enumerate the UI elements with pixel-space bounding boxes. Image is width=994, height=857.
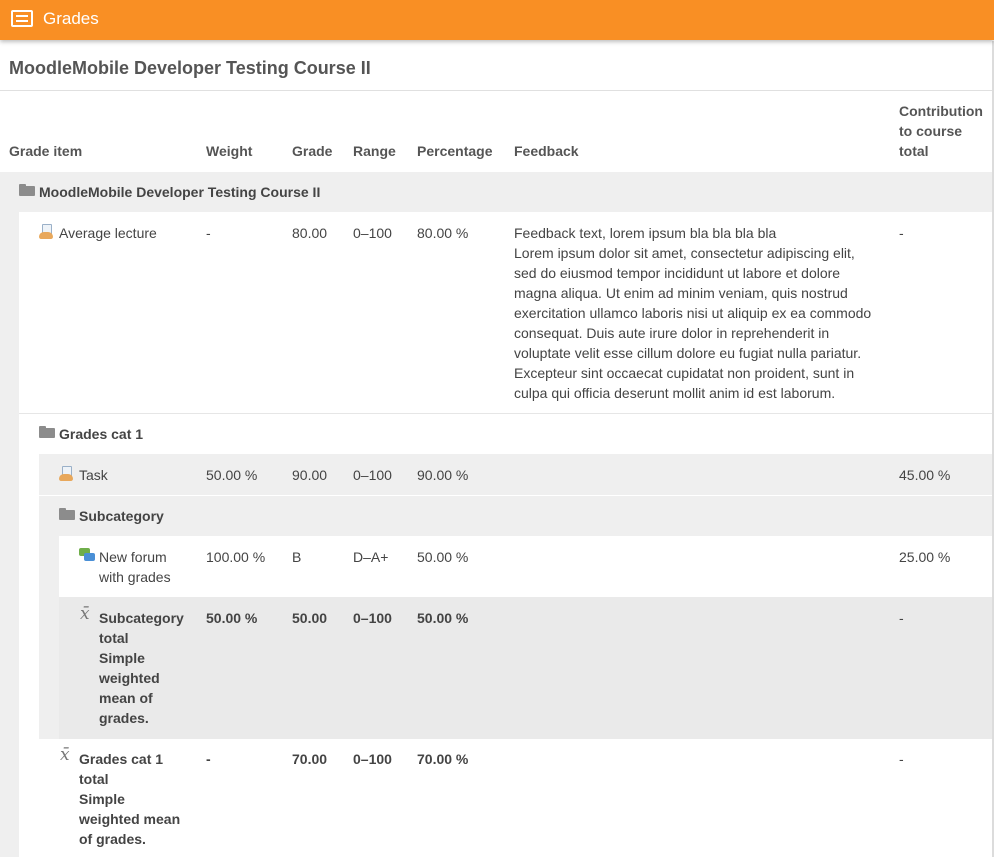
grade-item-name-line: with grades: [99, 569, 171, 585]
menu-icon[interactable]: [11, 10, 33, 27]
column-header-range[interactable]: Range: [353, 141, 396, 161]
app-title: Grades: [43, 9, 99, 28]
course-title: MoodleMobile Developer Testing Course II: [9, 58, 371, 78]
feedback-text: Feedback text, lorem ipsum bla bla bla b…: [514, 223, 889, 403]
category-total-band: [59, 597, 992, 739]
total-name-line: grades.: [99, 710, 149, 726]
column-header-feedback[interactable]: Feedback: [514, 141, 579, 161]
assignment-icon: [59, 466, 75, 482]
total-name-line: mean of: [99, 690, 153, 706]
range-value: 0–100: [353, 225, 392, 241]
top-bar: Grades: [0, 0, 994, 40]
forum-icon: [79, 548, 95, 564]
column-header-grade-item[interactable]: Grade item: [9, 141, 82, 161]
grade-item-name-line: New forum: [99, 549, 167, 565]
percentage-value: 50.00 %: [417, 549, 469, 565]
category-name: Subcategory: [79, 508, 164, 524]
percentage-value: 70.00 %: [417, 751, 469, 767]
grade-item-name[interactable]: New forum with grades: [99, 547, 171, 587]
feedback-line: sed do eiusmod tempor incididunt ut labo…: [514, 265, 841, 281]
divider: [39, 495, 992, 496]
percentage-value: 80.00 %: [417, 225, 469, 241]
feedback-line: magna aliqua. Ut enim ad minim veniam, q…: [514, 285, 848, 301]
percentage-value: 50.00 %: [417, 610, 469, 626]
range-value: 0–100: [353, 610, 392, 626]
feedback-line: culpa qui officia deserunt mollit anim i…: [514, 385, 836, 401]
grade-value: 80.00: [292, 225, 328, 241]
folder-icon: [39, 426, 55, 438]
grade-item-name[interactable]: Task: [79, 465, 108, 485]
range-value: D–A+: [353, 549, 389, 565]
contribution-value: -: [899, 225, 904, 241]
category-name: MoodleMobile Developer Testing Course II: [39, 184, 321, 200]
total-name-line: weighted: [99, 670, 160, 686]
grade-value: 50.00: [292, 610, 328, 626]
column-header-contribution-line: to course: [899, 123, 963, 139]
total-name-line: Subcategory: [99, 610, 184, 626]
total-name-line: weighted mean: [79, 811, 181, 827]
feedback-line: voluptate velit esse cillum dolore eu fu…: [514, 345, 862, 361]
column-header-contribution-line: Contribution: [899, 103, 983, 119]
weight-value: -: [206, 225, 211, 241]
feedback-line: Excepteur sint occaecat cupidatat non pr…: [514, 365, 855, 381]
folder-icon: [19, 184, 35, 196]
mean-icon: x̄: [80, 604, 90, 624]
contribution-value: -: [899, 610, 904, 626]
feedback-line: exercitation ullamco laboris nisi ut ali…: [514, 305, 872, 321]
total-name-line: Simple: [79, 791, 125, 807]
weight-value: -: [206, 751, 211, 767]
total-name-line: Grades cat 1: [79, 751, 164, 767]
weight-value: 100.00 %: [206, 549, 266, 565]
category-total-name: Grades cat 1 total Simple weighted mean …: [79, 749, 180, 849]
column-header-grade[interactable]: Grade: [292, 141, 332, 161]
feedback-line: Feedback text, lorem ipsum bla bla bla b…: [514, 225, 777, 241]
assignment-icon: [39, 224, 55, 240]
category-name: Grades cat 1: [59, 426, 144, 442]
feedback-line: Lorem ipsum dolor sit amet, consectetur …: [514, 245, 855, 261]
divider: [19, 413, 992, 414]
contribution-value: 25.00 %: [899, 549, 951, 565]
category-total-name: Subcategory total Simple weighted mean o…: [99, 608, 184, 728]
contribution-value: 45.00 %: [899, 467, 951, 483]
column-header-percentage[interactable]: Percentage: [417, 141, 492, 161]
total-name-line: of grades.: [79, 831, 146, 847]
grade-value: B: [292, 549, 302, 565]
column-header-contribution-line: total: [899, 143, 929, 159]
folder-icon: [59, 508, 75, 520]
weight-value: 50.00 %: [206, 467, 258, 483]
range-value: 0–100: [353, 467, 392, 483]
column-header-contribution[interactable]: Contribution to course total: [899, 101, 983, 161]
weight-value: 50.00 %: [206, 610, 258, 626]
percentage-value: 90.00 %: [417, 467, 469, 483]
total-name-line: Simple: [99, 650, 145, 666]
grade-value: 70.00: [292, 751, 328, 767]
divider: [0, 90, 992, 91]
mean-icon: x̄: [60, 745, 70, 765]
feedback-line: consequat. Duis aute irure dolor in repr…: [514, 325, 830, 341]
column-header-weight[interactable]: Weight: [206, 141, 252, 161]
table-row-background: [59, 536, 992, 597]
grade-value: 90.00: [292, 467, 328, 483]
contribution-value: -: [899, 751, 904, 767]
total-name-line: total: [99, 630, 129, 646]
range-value: 0–100: [353, 751, 392, 767]
grade-item-name[interactable]: Average lecture: [59, 223, 157, 243]
total-name-line: total: [79, 771, 109, 787]
